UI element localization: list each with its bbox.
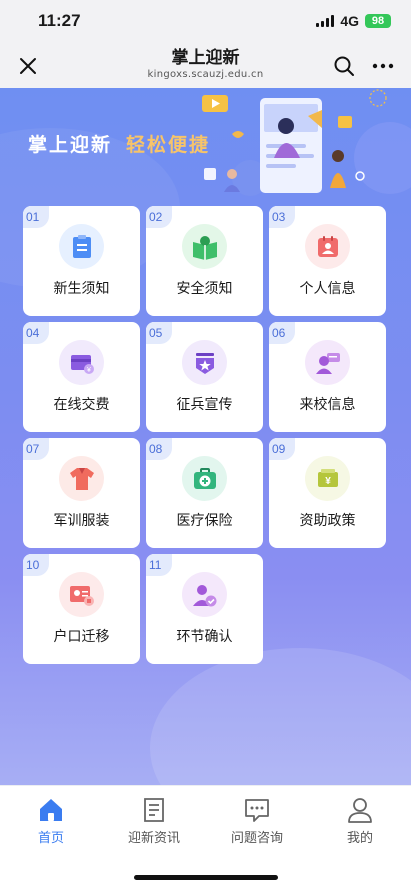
- item-number: 07: [23, 438, 49, 460]
- service-grid: 01 新生须知 02 安全须知 03 个人信息 04 ¥ 在线交费 05 征兵宣…: [23, 206, 389, 664]
- news-icon: [144, 798, 164, 822]
- household-card-icon: [59, 572, 104, 617]
- network-type: 4G: [340, 13, 359, 29]
- tab-home[interactable]: 首页: [6, 796, 96, 846]
- item-number: 08: [146, 438, 172, 460]
- item-label: 新生须知: [53, 281, 110, 297]
- grid-item-training-uniform[interactable]: 07 军训服装: [23, 438, 140, 548]
- grid-item-new-student-guide[interactable]: 01 新生须知: [23, 206, 140, 316]
- item-number: 06: [269, 322, 295, 344]
- user-check-icon: [182, 572, 227, 617]
- item-number: 09: [269, 438, 295, 460]
- search-icon[interactable]: [333, 55, 355, 77]
- svg-text:¥: ¥: [325, 476, 331, 487]
- nav-bar: 掌上迎新 kingoxs.scauzj.edu.cn: [0, 44, 411, 88]
- item-number: 10: [23, 554, 49, 576]
- item-number: 05: [146, 322, 172, 344]
- tab-news[interactable]: 迎新资讯: [109, 796, 199, 846]
- grid-item-step-confirmation[interactable]: 11 环节确认: [146, 554, 263, 664]
- more-icon[interactable]: [371, 55, 395, 77]
- clipboard-icon: [59, 224, 104, 269]
- payment-icon: ¥: [59, 340, 104, 385]
- home-icon: [40, 799, 62, 821]
- item-label: 来校信息: [299, 397, 356, 413]
- grid-item-safety-guide[interactable]: 02 安全须知: [146, 206, 263, 316]
- svg-text:¥: ¥: [87, 367, 91, 374]
- battery-icon: 98: [365, 14, 391, 28]
- item-number: 04: [23, 322, 49, 344]
- tab-label: 首页: [37, 831, 64, 846]
- item-label: 安全须知: [176, 281, 233, 297]
- banner: 掌上迎新 轻松便捷: [0, 88, 411, 200]
- main-content: 掌上迎新 轻松便捷 01 新生须知 02 安全须知 03 个人信息 04 ¥ 在…: [0, 88, 411, 785]
- item-label: 个人信息: [299, 281, 356, 297]
- tab-profile[interactable]: 我的: [315, 796, 405, 846]
- item-number: 11: [146, 554, 172, 576]
- grid-item-personal-info[interactable]: 03 个人信息: [269, 206, 386, 316]
- item-label: 医疗保险: [176, 513, 233, 529]
- tab-label: 问题咨询: [230, 831, 283, 846]
- item-label: 资助政策: [299, 513, 356, 529]
- grid-item-household-transfer[interactable]: 10 户口迁移: [23, 554, 140, 664]
- profile-icon: [348, 798, 372, 823]
- military-badge-icon: [182, 340, 227, 385]
- item-label: 在线交费: [53, 397, 110, 413]
- item-label: 户口迁移: [53, 629, 110, 645]
- status-time: 11:27: [38, 11, 81, 30]
- battery-level: 98: [371, 15, 385, 27]
- user-chat-icon: [305, 340, 350, 385]
- grid-item-recruitment[interactable]: 05 征兵宣传: [146, 322, 263, 432]
- signal-icon: [316, 15, 335, 27]
- book-icon: [182, 224, 227, 269]
- grid-item-online-payment[interactable]: 04 ¥ 在线交费: [23, 322, 140, 432]
- medical-kit-icon: [182, 456, 227, 501]
- money-icon: ¥: [305, 456, 350, 501]
- uniform-icon: [59, 456, 104, 501]
- grid-item-arrival-info[interactable]: 06 来校信息: [269, 322, 386, 432]
- id-card-icon: [305, 224, 350, 269]
- bottom-tab-bar: 首页 迎新资讯 问题咨询 我的: [0, 785, 411, 855]
- grid-item-financial-aid[interactable]: 09 ¥ 资助政策: [269, 438, 386, 548]
- background-glow: [150, 648, 411, 785]
- tab-label: 迎新资讯: [127, 831, 180, 846]
- item-number: 01: [23, 206, 49, 228]
- item-label: 环节确认: [176, 629, 233, 645]
- item-label: 征兵宣传: [176, 397, 233, 413]
- home-indicator[interactable]: [134, 875, 278, 880]
- item-number: 03: [269, 206, 295, 228]
- banner-title: 掌上迎新: [28, 134, 113, 156]
- status-bar: 11:27 4G 98: [0, 0, 411, 44]
- chat-icon: [245, 799, 269, 822]
- tab-label: 我的: [346, 831, 373, 846]
- item-number: 02: [146, 206, 172, 228]
- grid-item-medical-insurance[interactable]: 08 医疗保险: [146, 438, 263, 548]
- status-indicators: 4G 98: [316, 13, 391, 29]
- item-label: 军训服装: [53, 513, 110, 529]
- tab-consult[interactable]: 问题咨询: [212, 796, 302, 846]
- banner-illustration: [202, 89, 411, 196]
